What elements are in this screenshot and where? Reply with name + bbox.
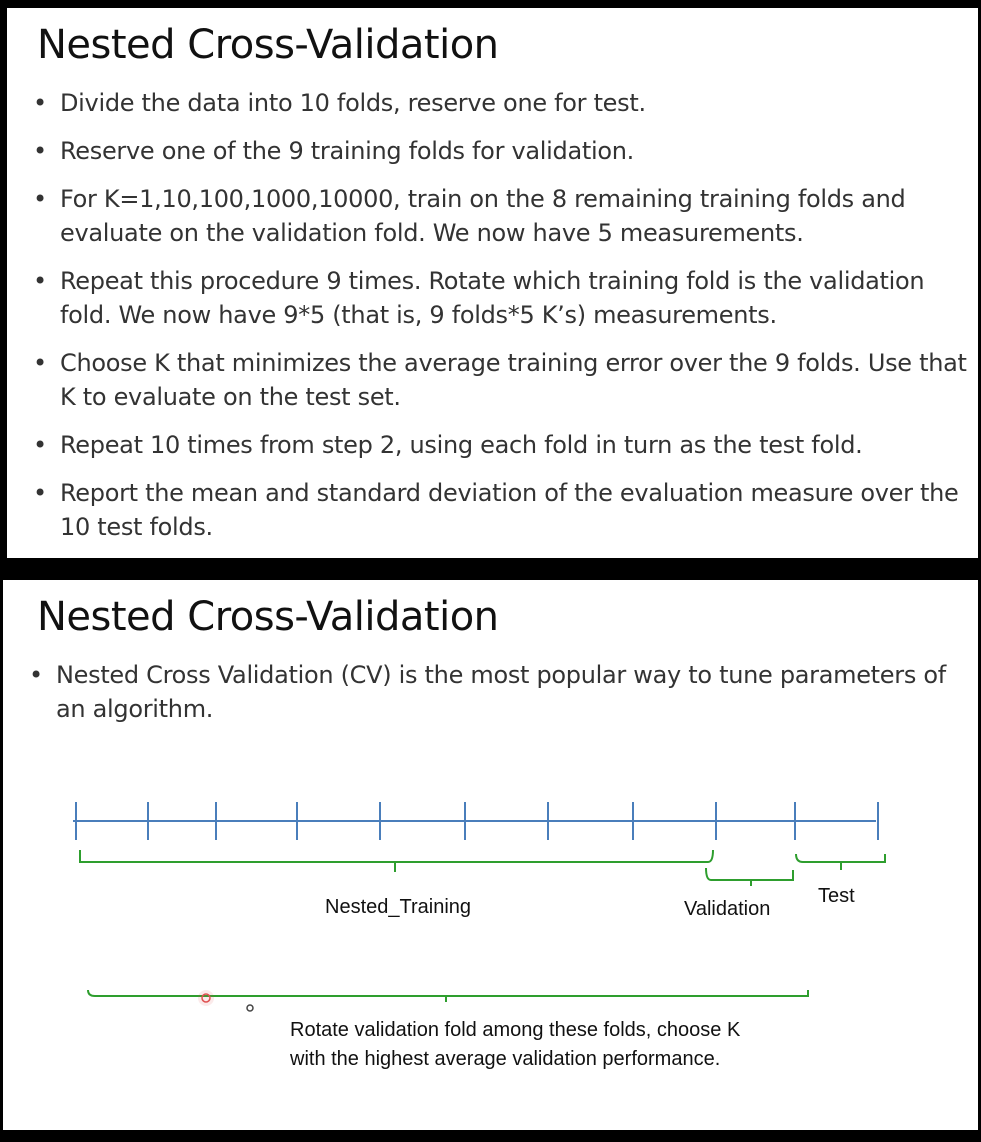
bullet-dot-icon: • [33, 267, 47, 295]
bullet-item: • Repeat 10 times from step 2, using each… [33, 428, 978, 462]
bullet-item: • Reserve one of the 9 training folds for… [33, 134, 978, 168]
nested-training-brace [79, 849, 714, 872]
bullet-item: • Divide the data into 10 folds, reserve … [33, 86, 978, 120]
bullet-list: • Divide the data into 10 folds, reserve … [33, 86, 978, 558]
bullet-text: Reserve one of the 9 training folds for … [60, 137, 634, 165]
validation-label: Validation [684, 898, 771, 920]
bullet-text: Divide the data into 10 folds, reserve o… [60, 89, 646, 117]
test-label: Test [818, 885, 855, 907]
bullet-item: • Repeat this procedure 9 times. Rotate w… [33, 264, 978, 332]
rotation-brace [87, 989, 809, 1002]
bullet-dot-icon: • [33, 349, 47, 377]
slide-title: Nested Cross-Validation [37, 22, 499, 68]
bullet-text: Report the mean and standard deviation o… [60, 479, 959, 541]
bullet-item: • Choose K that minimizes the average tra… [33, 346, 978, 414]
black-dot-icon [246, 1004, 254, 1012]
bullet-text: Choose K that minimizes the average trai… [60, 349, 967, 411]
bullet-item: • Report the mean and standard deviation … [33, 476, 978, 544]
bullet-text: Repeat 10 times from step 2, using each … [60, 431, 863, 459]
test-brace [795, 853, 886, 870]
nested-training-label: Nested_Training [325, 896, 472, 918]
red-glow-icon [198, 990, 214, 1006]
bullet-dot-icon: • [33, 89, 47, 117]
slide-1: Nested Cross-Validation • Divide the data… [7, 8, 978, 558]
bullet-text: Repeat this procedure 9 times. Rotate wh… [60, 267, 925, 329]
bullet-text: For K=1,10,100,1000,10000, train on the … [60, 185, 906, 247]
validation-brace [705, 867, 794, 886]
bullet-dot-icon: • [33, 185, 47, 213]
slide-2: Nested Cross-Validation • Nested Cross Va… [3, 580, 978, 1130]
bullet-item: • For K=1,10,100,1000,10000, train on the… [33, 182, 978, 250]
bullet-dot-icon: • [33, 137, 47, 165]
bullet-dot-icon: • [33, 431, 47, 459]
rotation-note: Rotate validation fold among these folds… [290, 1019, 741, 1070]
bullet-dot-icon: • [33, 479, 47, 507]
